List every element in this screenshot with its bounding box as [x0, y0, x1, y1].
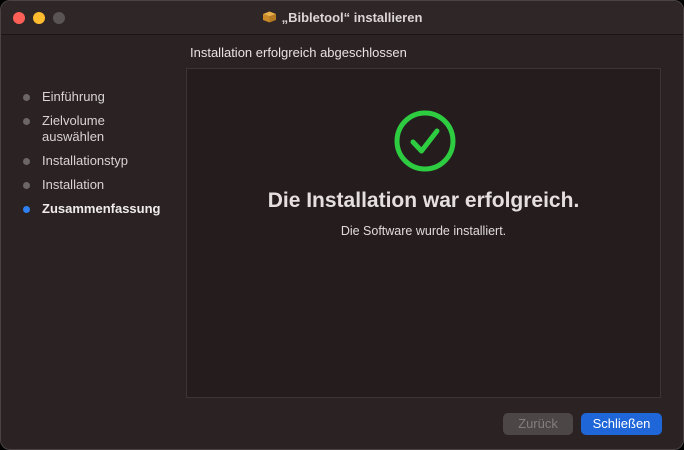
step-introduction: Einführung	[23, 89, 183, 105]
step-label: Zusammenfassung	[42, 201, 161, 216]
step-dot	[23, 94, 30, 101]
step-dot	[23, 182, 30, 189]
window-title: „Bibletool“ installieren	[281, 10, 423, 25]
step-summary: Zusammenfassung	[23, 201, 183, 217]
step-label: Installation	[42, 177, 105, 192]
step-destination: Zielvolume auswählen	[23, 113, 133, 145]
step-label: Zielvolume auswählen	[42, 113, 105, 144]
close-button[interactable]: Schließen	[581, 413, 662, 435]
package-icon	[262, 11, 277, 23]
step-dot-active	[23, 206, 30, 213]
content-panel: Die Installation war erfolgreich. Die So…	[186, 68, 661, 398]
success-title: Die Installation war erfolgreich.	[267, 189, 580, 212]
success-checkmark-icon	[393, 109, 457, 173]
step-dot	[23, 118, 30, 125]
installer-steps-sidebar: Einführung Zielvolume auswählen Installa…	[23, 89, 183, 225]
back-button[interactable]: Zurück	[503, 413, 573, 435]
page-heading: Installation erfolgreich abgeschlossen	[190, 45, 407, 60]
step-installation: Installation	[23, 177, 183, 193]
step-label: Einführung	[42, 89, 105, 104]
step-installation-type: Installationstyp	[23, 153, 183, 169]
step-label: Installationstyp	[42, 153, 128, 168]
success-subtitle: Die Software wurde installiert.	[340, 224, 507, 238]
step-dot	[23, 158, 30, 165]
window-title-container: „Bibletool“ installieren	[1, 10, 683, 25]
installer-window: „Bibletool“ installieren Einführung Ziel…	[0, 0, 684, 450]
title-bar: „Bibletool“ installieren	[1, 1, 683, 35]
